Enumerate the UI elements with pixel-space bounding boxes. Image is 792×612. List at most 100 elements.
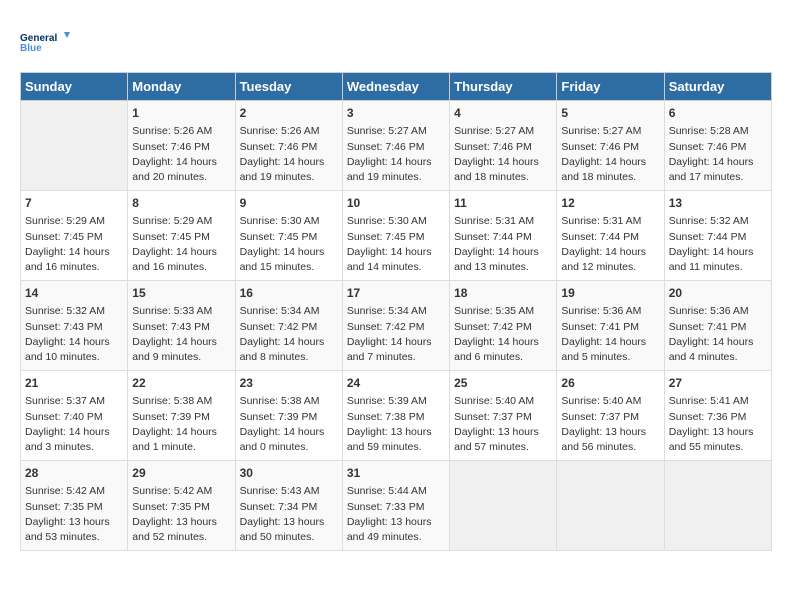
calendar-cell [21,101,128,191]
day-info: Sunrise: 5:34 AM Sunset: 7:42 PM Dayligh… [240,304,338,365]
day-info: Sunrise: 5:32 AM Sunset: 7:44 PM Dayligh… [669,214,767,275]
day-number: 26 [561,375,659,392]
calendar-cell: 13 Sunrise: 5:32 AM Sunset: 7:44 PM Dayli… [664,191,771,281]
calendar-cell: 1 Sunrise: 5:26 AM Sunset: 7:46 PM Daylig… [128,101,235,191]
day-info: Sunrise: 5:38 AM Sunset: 7:39 PM Dayligh… [132,394,230,455]
calendar-cell: 6 Sunrise: 5:28 AM Sunset: 7:46 PM Daylig… [664,101,771,191]
calendar-cell [664,461,771,551]
calendar-cell: 23 Sunrise: 5:38 AM Sunset: 7:39 PM Dayli… [235,371,342,461]
svg-text:General: General [20,33,57,44]
calendar-cell: 28 Sunrise: 5:42 AM Sunset: 7:35 PM Dayli… [21,461,128,551]
day-info: Sunrise: 5:41 AM Sunset: 7:36 PM Dayligh… [669,394,767,455]
day-info: Sunrise: 5:27 AM Sunset: 7:46 PM Dayligh… [454,124,552,185]
day-number: 16 [240,285,338,302]
calendar-cell: 26 Sunrise: 5:40 AM Sunset: 7:37 PM Dayli… [557,371,664,461]
weekday-header-sunday: Sunday [21,73,128,101]
day-info: Sunrise: 5:34 AM Sunset: 7:42 PM Dayligh… [347,304,445,365]
day-info: Sunrise: 5:33 AM Sunset: 7:43 PM Dayligh… [132,304,230,365]
day-number: 9 [240,195,338,212]
calendar-cell: 9 Sunrise: 5:30 AM Sunset: 7:45 PM Daylig… [235,191,342,281]
day-info: Sunrise: 5:36 AM Sunset: 7:41 PM Dayligh… [561,304,659,365]
calendar-week-row: 21Sunrise: 5:37 AM Sunset: 7:40 PM Dayli… [21,371,772,461]
calendar-cell: 18Sunrise: 5:35 AM Sunset: 7:42 PM Dayli… [450,281,557,371]
calendar-cell: 25Sunrise: 5:40 AM Sunset: 7:37 PM Dayli… [450,371,557,461]
day-number: 20 [669,285,767,302]
day-number: 23 [240,375,338,392]
calendar-week-row: 7 Sunrise: 5:29 AM Sunset: 7:45 PM Daylig… [21,191,772,281]
calendar-cell: 7 Sunrise: 5:29 AM Sunset: 7:45 PM Daylig… [21,191,128,281]
day-number: 5 [561,105,659,122]
weekday-header-wednesday: Wednesday [342,73,449,101]
day-number: 17 [347,285,445,302]
day-info: Sunrise: 5:26 AM Sunset: 7:46 PM Dayligh… [132,124,230,185]
day-info: Sunrise: 5:38 AM Sunset: 7:39 PM Dayligh… [240,394,338,455]
day-info: Sunrise: 5:28 AM Sunset: 7:46 PM Dayligh… [669,124,767,185]
day-info: Sunrise: 5:40 AM Sunset: 7:37 PM Dayligh… [454,394,552,455]
calendar-cell: 8Sunrise: 5:29 AM Sunset: 7:45 PM Daylig… [128,191,235,281]
day-number: 30 [240,465,338,482]
day-number: 29 [132,465,230,482]
day-info: Sunrise: 5:29 AM Sunset: 7:45 PM Dayligh… [25,214,123,275]
svg-text:Blue: Blue [20,43,42,54]
calendar-cell: 17 Sunrise: 5:34 AM Sunset: 7:42 PM Dayli… [342,281,449,371]
day-number: 10 [347,195,445,212]
day-number: 24 [347,375,445,392]
calendar-cell: 14 Sunrise: 5:32 AM Sunset: 7:43 PM Dayli… [21,281,128,371]
day-info: Sunrise: 5:31 AM Sunset: 7:44 PM Dayligh… [561,214,659,275]
calendar-cell: 12 Sunrise: 5:31 AM Sunset: 7:44 PM Dayli… [557,191,664,281]
calendar-cell: 4 Sunrise: 5:27 AM Sunset: 7:46 PM Daylig… [450,101,557,191]
weekday-header-saturday: Saturday [664,73,771,101]
calendar-cell: 20 Sunrise: 5:36 AM Sunset: 7:41 PM Dayli… [664,281,771,371]
calendar-cell: 31 Sunrise: 5:44 AM Sunset: 7:33 PM Dayli… [342,461,449,551]
calendar-cell: 5 Sunrise: 5:27 AM Sunset: 7:46 PM Daylig… [557,101,664,191]
calendar-cell: 2 Sunrise: 5:26 AM Sunset: 7:46 PM Daylig… [235,101,342,191]
logo: General Blue [20,20,70,64]
calendar-week-row: 1 Sunrise: 5:26 AM Sunset: 7:46 PM Daylig… [21,101,772,191]
day-info: Sunrise: 5:30 AM Sunset: 7:45 PM Dayligh… [240,214,338,275]
day-info: Sunrise: 5:27 AM Sunset: 7:46 PM Dayligh… [347,124,445,185]
day-number: 6 [669,105,767,122]
day-number: 1 [132,105,230,122]
weekday-header-row: SundayMondayTuesdayWednesdayThursdayFrid… [21,73,772,101]
day-info: Sunrise: 5:43 AM Sunset: 7:34 PM Dayligh… [240,484,338,545]
day-number: 18 [454,285,552,302]
day-number: 22 [132,375,230,392]
calendar-cell: 15Sunrise: 5:33 AM Sunset: 7:43 PM Dayli… [128,281,235,371]
day-info: Sunrise: 5:26 AM Sunset: 7:46 PM Dayligh… [240,124,338,185]
day-number: 19 [561,285,659,302]
calendar-cell: 21Sunrise: 5:37 AM Sunset: 7:40 PM Dayli… [21,371,128,461]
day-info: Sunrise: 5:40 AM Sunset: 7:37 PM Dayligh… [561,394,659,455]
day-info: Sunrise: 5:37 AM Sunset: 7:40 PM Dayligh… [25,394,123,455]
weekday-header-tuesday: Tuesday [235,73,342,101]
day-number: 31 [347,465,445,482]
day-info: Sunrise: 5:36 AM Sunset: 7:41 PM Dayligh… [669,304,767,365]
logo-svg: General Blue [20,20,70,64]
calendar-cell: 11Sunrise: 5:31 AM Sunset: 7:44 PM Dayli… [450,191,557,281]
day-number: 3 [347,105,445,122]
day-number: 13 [669,195,767,212]
day-number: 4 [454,105,552,122]
day-number: 28 [25,465,123,482]
day-number: 12 [561,195,659,212]
calendar-cell [557,461,664,551]
day-number: 8 [132,195,230,212]
calendar-cell: 16 Sunrise: 5:34 AM Sunset: 7:42 PM Dayli… [235,281,342,371]
weekday-header-monday: Monday [128,73,235,101]
calendar-week-row: 14 Sunrise: 5:32 AM Sunset: 7:43 PM Dayli… [21,281,772,371]
day-number: 2 [240,105,338,122]
day-number: 7 [25,195,123,212]
calendar-cell: 30 Sunrise: 5:43 AM Sunset: 7:34 PM Dayli… [235,461,342,551]
day-info: Sunrise: 5:42 AM Sunset: 7:35 PM Dayligh… [25,484,123,545]
page-header: General Blue [20,20,772,64]
calendar-week-row: 28 Sunrise: 5:42 AM Sunset: 7:35 PM Dayli… [21,461,772,551]
day-info: Sunrise: 5:42 AM Sunset: 7:35 PM Dayligh… [132,484,230,545]
calendar-cell: 27Sunrise: 5:41 AM Sunset: 7:36 PM Dayli… [664,371,771,461]
day-info: Sunrise: 5:44 AM Sunset: 7:33 PM Dayligh… [347,484,445,545]
day-info: Sunrise: 5:32 AM Sunset: 7:43 PM Dayligh… [25,304,123,365]
calendar-cell: 3 Sunrise: 5:27 AM Sunset: 7:46 PM Daylig… [342,101,449,191]
day-info: Sunrise: 5:27 AM Sunset: 7:46 PM Dayligh… [561,124,659,185]
day-number: 14 [25,285,123,302]
calendar-cell: 22 Sunrise: 5:38 AM Sunset: 7:39 PM Dayli… [128,371,235,461]
calendar-cell: 10Sunrise: 5:30 AM Sunset: 7:45 PM Dayli… [342,191,449,281]
calendar-cell: 19 Sunrise: 5:36 AM Sunset: 7:41 PM Dayli… [557,281,664,371]
